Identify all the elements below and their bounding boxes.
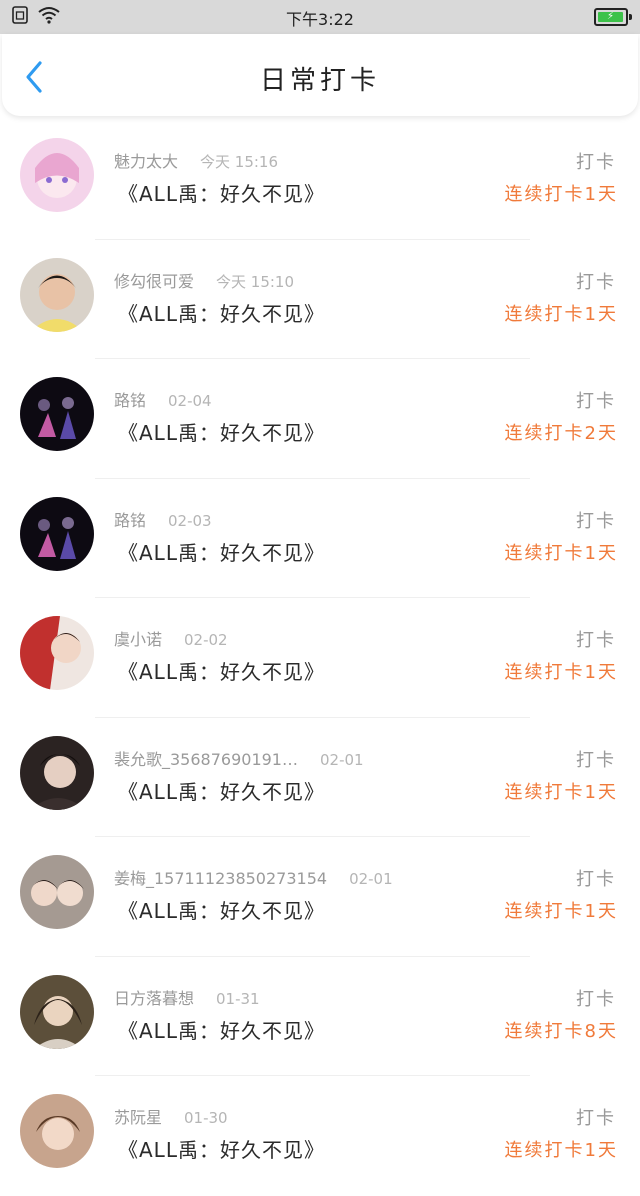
avatar[interactable] [20, 974, 94, 1049]
checkin-time: 01-31 [216, 989, 260, 1008]
row-header: 姜梅_15711123850273154 02-01 [114, 865, 393, 889]
checkin-tag: 打卡 [576, 1108, 616, 1129]
checkin-content[interactable]: 《ALL禹：好久不见》 [118, 178, 325, 207]
user-name[interactable]: 日方落暮想 [114, 989, 194, 1008]
row-header: 日方落暮想 01-31 [114, 985, 260, 1009]
streak-label: 连续打卡1天 [504, 184, 618, 205]
streak-label: 连续打卡2天 [504, 423, 618, 444]
row-header: 虞小诺 02-02 [114, 626, 228, 650]
streak-label: 连续打卡1天 [504, 303, 618, 325]
checkin-tag: 打卡 [576, 510, 616, 532]
navigation-bar: 日常打卡 [2, 34, 638, 116]
checkin-list: 魅力太大 今天 15:16 《ALL禹：好久不见》 打卡 连续打卡1天 修勾很可爱… [0, 116, 640, 1196]
status-time: 下午3:22 [286, 10, 354, 29]
avatar[interactable] [20, 855, 94, 929]
checkin-content[interactable]: 《ALL禹：好久不见》 [118, 776, 325, 805]
checkin-content[interactable]: 《ALL禹：好久不见》 [118, 417, 325, 446]
list-item[interactable]: 路铭 02-03 《ALL禹：好久不见》 打卡 连续打卡1天 [0, 479, 640, 598]
checkin-time: 今天 15:16 [200, 153, 279, 171]
checkin-time: 02-02 [184, 631, 228, 649]
status-bar: 下午3:22 ⚡ [0, 0, 640, 34]
streak-label: 连续打卡8天 [504, 1020, 618, 1042]
checkin-time: 01-30 [184, 1109, 228, 1127]
user-name[interactable]: 裴允歌_35687690191… [114, 750, 298, 769]
checkin-time: 今天 15:10 [216, 272, 295, 291]
avatar[interactable] [20, 496, 94, 571]
streak-label: 连续打卡1天 [504, 662, 618, 683]
avatar[interactable] [20, 1094, 94, 1168]
checkin-content[interactable]: 《ALL禹：好久不见》 [118, 656, 325, 685]
list-item[interactable]: 姜梅_15711123850273154 02-01 《ALL禹：好久不见》 打卡… [0, 837, 640, 957]
user-name[interactable]: 苏阮星 [114, 1108, 162, 1127]
streak-label: 连续打卡1天 [504, 542, 618, 564]
list-item[interactable]: 虞小诺 02-02 《ALL禹：好久不见》 打卡 连续打卡1天 [0, 598, 640, 718]
checkin-content[interactable]: 《ALL禹：好久不见》 [118, 1134, 325, 1163]
row-header: 魅力太大 今天 15:16 [114, 148, 278, 172]
streak-label: 连续打卡1天 [504, 1140, 618, 1161]
checkin-content[interactable]: 《ALL禹：好久不见》 [118, 537, 325, 566]
list-item[interactable]: 苏阮星 01-30 《ALL禹：好久不见》 打卡 连续打卡1天 [0, 1076, 640, 1196]
streak-label: 连续打卡1天 [504, 781, 618, 803]
page-title: 日常打卡 [259, 66, 380, 96]
avatar[interactable] [20, 616, 94, 690]
avatar[interactable] [20, 377, 94, 451]
checkin-content[interactable]: 《ALL禹：好久不见》 [118, 895, 325, 924]
checkin-tag: 打卡 [576, 988, 616, 1010]
streak-label: 连续打卡1天 [504, 901, 618, 922]
checkin-content[interactable]: 《ALL禹：好久不见》 [118, 298, 325, 327]
checkin-time: 02-01 [349, 870, 393, 888]
user-name[interactable]: 魅力太大 [114, 152, 178, 171]
checkin-tag: 打卡 [576, 391, 616, 412]
checkin-tag: 打卡 [576, 749, 616, 771]
checkin-time: 02-01 [319, 750, 364, 769]
checkin-tag: 打卡 [576, 630, 616, 651]
row-header: 裴允歌_35687690191… 02-01 [114, 746, 364, 770]
user-name[interactable]: 路铭 [114, 511, 146, 530]
battery-icon: ⚡ [594, 8, 632, 26]
row-header: 路铭 02-04 [114, 387, 212, 411]
user-name[interactable]: 修勾很可爱 [114, 272, 194, 291]
checkin-tag: 打卡 [576, 152, 616, 173]
checkin-time: 02-04 [168, 392, 212, 410]
user-name[interactable]: 姜梅_15711123850273154 [114, 869, 327, 888]
checkin-time: 02-03 [168, 511, 212, 530]
checkin-tag: 打卡 [576, 869, 616, 890]
row-header: 路铭 02-03 [114, 507, 212, 531]
row-header: 修勾很可爱 今天 15:10 [114, 268, 294, 292]
user-name[interactable]: 虞小诺 [114, 630, 162, 649]
list-item[interactable]: 修勾很可爱 今天 15:10 《ALL禹：好久不见》 打卡 连续打卡1天 [0, 240, 640, 359]
list-item[interactable]: 路铭 02-04 《ALL禹：好久不见》 打卡 连续打卡2天 [0, 359, 640, 479]
avatar[interactable] [20, 138, 94, 212]
checkin-content[interactable]: 《ALL禹：好久不见》 [118, 1015, 325, 1044]
list-item[interactable]: 日方落暮想 01-31 《ALL禹：好久不见》 打卡 连续打卡8天 [0, 957, 640, 1076]
battery-indicator: ⚡ [594, 8, 632, 26]
row-header: 苏阮星 01-30 [114, 1104, 228, 1128]
avatar[interactable] [20, 735, 94, 810]
user-name[interactable]: 路铭 [114, 391, 146, 410]
list-item[interactable]: 裴允歌_35687690191… 02-01 《ALL禹：好久不见》 打卡 连续打… [0, 718, 640, 837]
battery-charging-icon: ⚡ [598, 12, 623, 22]
checkin-tag: 打卡 [576, 271, 616, 293]
list-item[interactable]: 魅力太大 今天 15:16 《ALL禹：好久不见》 打卡 连续打卡1天 [0, 120, 640, 240]
avatar[interactable] [20, 257, 94, 332]
